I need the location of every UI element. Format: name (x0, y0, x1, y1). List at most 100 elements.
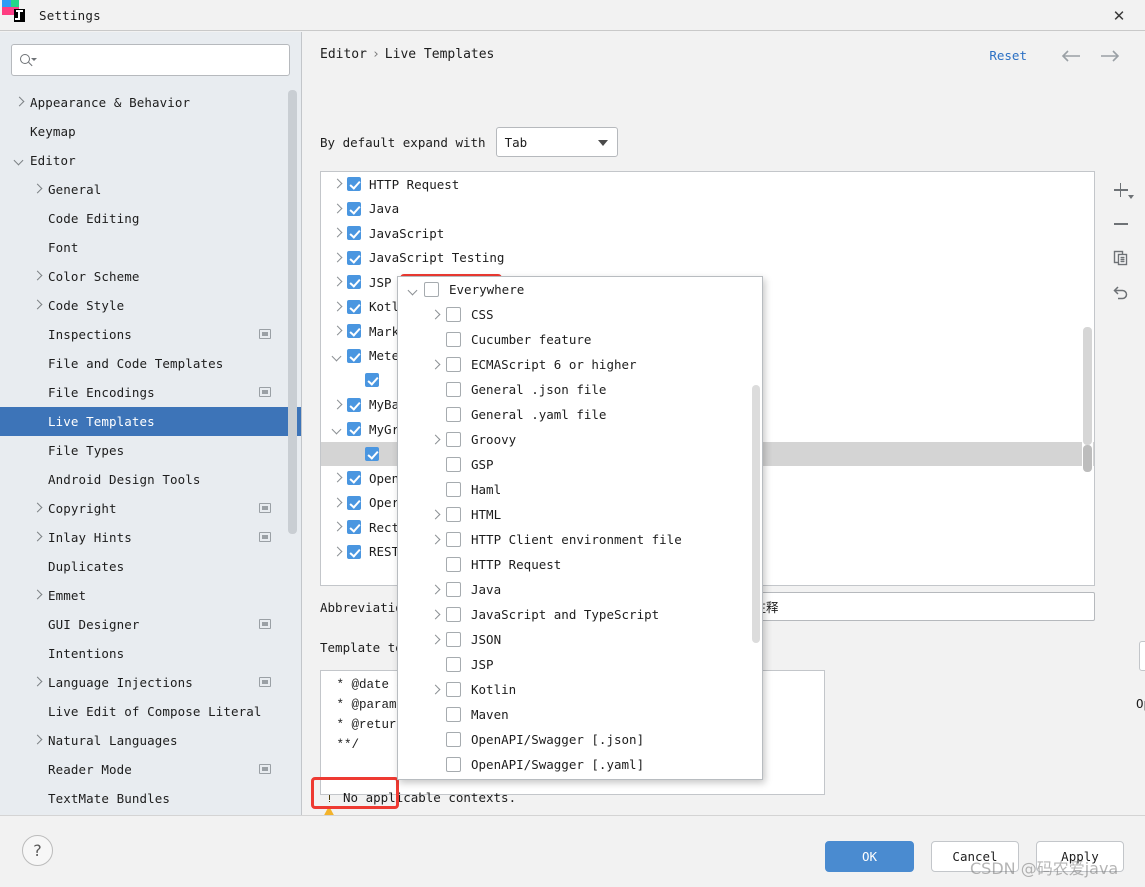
checkbox[interactable] (347, 544, 361, 559)
list-item[interactable]: JavaScript and TypeScript (398, 602, 762, 627)
sidebar-item-file-and-code-templates[interactable]: File and Code Templates (0, 349, 301, 378)
checkbox[interactable] (347, 226, 361, 241)
list-item[interactable]: HTTP Client environment file (398, 527, 762, 552)
checkbox[interactable] (365, 373, 379, 388)
sidebar-item-natural-languages[interactable]: Natural Languages (0, 726, 301, 755)
chevron-right-icon[interactable] (329, 322, 347, 340)
checkbox[interactable] (347, 397, 361, 412)
sidebar-item-android-design-tools[interactable]: Android Design Tools (0, 465, 301, 494)
table-row[interactable]: JavaScript Testing (321, 246, 1094, 271)
search-input[interactable] (39, 52, 281, 68)
sidebar-item-font[interactable]: Font (0, 233, 301, 262)
checkbox[interactable] (347, 495, 361, 510)
list-item[interactable]: General .json file (398, 377, 762, 402)
sidebar-item-code-editing[interactable]: Code Editing (0, 204, 301, 233)
list-item[interactable]: Haml (398, 477, 762, 502)
chevron-right-icon[interactable] (329, 249, 347, 267)
sidebar-item-language-injections[interactable]: Language Injections (0, 668, 301, 697)
sidebar-item-keymap[interactable]: Keymap (0, 117, 301, 146)
list-item[interactable]: General .yaml file (398, 402, 762, 427)
checkbox[interactable] (424, 282, 439, 297)
checkbox[interactable] (446, 432, 461, 447)
chevron-right-icon[interactable] (329, 494, 347, 512)
ok-button[interactable]: OK (825, 841, 914, 872)
checkbox[interactable] (446, 607, 461, 622)
abbreviation-input[interactable]: 法注释 (733, 592, 1095, 621)
chevron-right-icon[interactable] (329, 469, 347, 487)
chevron-right-icon[interactable] (30, 269, 46, 285)
checkbox[interactable] (446, 657, 461, 672)
sidebar-item-general[interactable]: General (0, 175, 301, 204)
list-item[interactable]: Java (398, 577, 762, 602)
chevron-right-icon[interactable] (30, 588, 46, 604)
checkbox[interactable] (347, 201, 361, 216)
checkbox[interactable] (446, 632, 461, 647)
chevron-right-icon[interactable] (329, 175, 347, 193)
chevron-right-icon[interactable] (329, 543, 347, 561)
sidebar-item-code-style[interactable]: Code Style (0, 291, 301, 320)
checkbox[interactable] (446, 532, 461, 547)
arrow-right-icon[interactable] (1097, 45, 1123, 67)
sidebar-item-file-types[interactable]: File Types (0, 436, 301, 465)
context-selection-popup[interactable]: Everywhere CSS Cucumber feature ECMAScript … (397, 276, 763, 780)
chevron-down-icon[interactable] (404, 280, 424, 300)
sidebar-item-duplicates[interactable]: Duplicates (0, 552, 301, 581)
list-item[interactable]: JSP (398, 652, 762, 677)
apply-button[interactable]: Apply (1036, 841, 1124, 872)
checkbox[interactable] (446, 582, 461, 597)
breadcrumb-root[interactable]: Editor (320, 47, 367, 62)
chevron-right-icon[interactable] (329, 200, 347, 218)
checkbox[interactable] (446, 382, 461, 397)
plus-with-dropdown-icon[interactable] (1106, 175, 1136, 205)
table-row[interactable]: JavaScript (321, 221, 1094, 246)
checkbox[interactable] (446, 732, 461, 747)
checkbox[interactable] (347, 324, 361, 339)
checkbox[interactable] (347, 520, 361, 535)
checkbox[interactable] (446, 332, 461, 347)
list-item[interactable]: HTML (398, 502, 762, 527)
list-item[interactable]: Maven (398, 702, 762, 727)
sidebar-item-inlay-hints[interactable]: Inlay Hints (0, 523, 301, 552)
checkbox[interactable] (347, 348, 361, 363)
chevron-down-icon[interactable] (329, 347, 347, 365)
chevron-down-icon[interactable] (12, 153, 28, 169)
sidebar-scrollbar-thumb[interactable] (288, 90, 297, 534)
sidebar-item-inspections[interactable]: Inspections (0, 320, 301, 349)
chevron-right-icon[interactable] (30, 733, 46, 749)
chevron-right-icon[interactable] (329, 396, 347, 414)
list-item[interactable]: GSP (398, 452, 762, 477)
list-item[interactable]: ECMAScript 6 or higher (398, 352, 762, 377)
popup-scrollbar-thumb[interactable] (752, 385, 760, 643)
checkbox[interactable] (347, 471, 361, 486)
checkbox[interactable] (347, 422, 361, 437)
templates-scrollbar-thumb[interactable] (1083, 327, 1092, 445)
arrow-left-icon[interactable] (1059, 45, 1085, 67)
checkbox[interactable] (446, 507, 461, 522)
chevron-right-icon[interactable] (426, 530, 446, 550)
checkbox[interactable] (347, 250, 361, 265)
edit-variables-button[interactable]: Edit variables (1139, 641, 1145, 671)
help-button[interactable]: ? (22, 835, 53, 866)
list-item[interactable]: Everywhere (398, 277, 762, 302)
checkbox[interactable] (347, 177, 361, 192)
list-item[interactable]: Cucumber feature (398, 327, 762, 352)
table-row[interactable]: HTTP Request (321, 172, 1094, 197)
chevron-right-icon[interactable] (30, 501, 46, 517)
checkbox[interactable] (446, 407, 461, 422)
default-expand-select[interactable]: Tab (495, 127, 618, 157)
sidebar-item-copyright[interactable]: Copyright (0, 494, 301, 523)
checkbox[interactable] (446, 307, 461, 322)
chevron-right-icon[interactable] (12, 95, 28, 111)
chevron-right-icon[interactable] (329, 518, 347, 536)
chevron-right-icon[interactable] (426, 630, 446, 650)
search-box[interactable] (11, 44, 290, 76)
checkbox[interactable] (347, 275, 361, 290)
list-item[interactable]: CSS (398, 302, 762, 327)
checkbox[interactable] (446, 457, 461, 472)
sidebar-item-live-edit-of-compose-literal[interactable]: Live Edit of Compose Literal (0, 697, 301, 726)
table-row[interactable]: Java (321, 197, 1094, 222)
chevron-right-icon[interactable] (426, 305, 446, 325)
list-item[interactable]: Kotlin (398, 677, 762, 702)
sidebar-item-intentions[interactable]: Intentions (0, 639, 301, 668)
close-icon[interactable]: ✕ (1107, 4, 1131, 28)
